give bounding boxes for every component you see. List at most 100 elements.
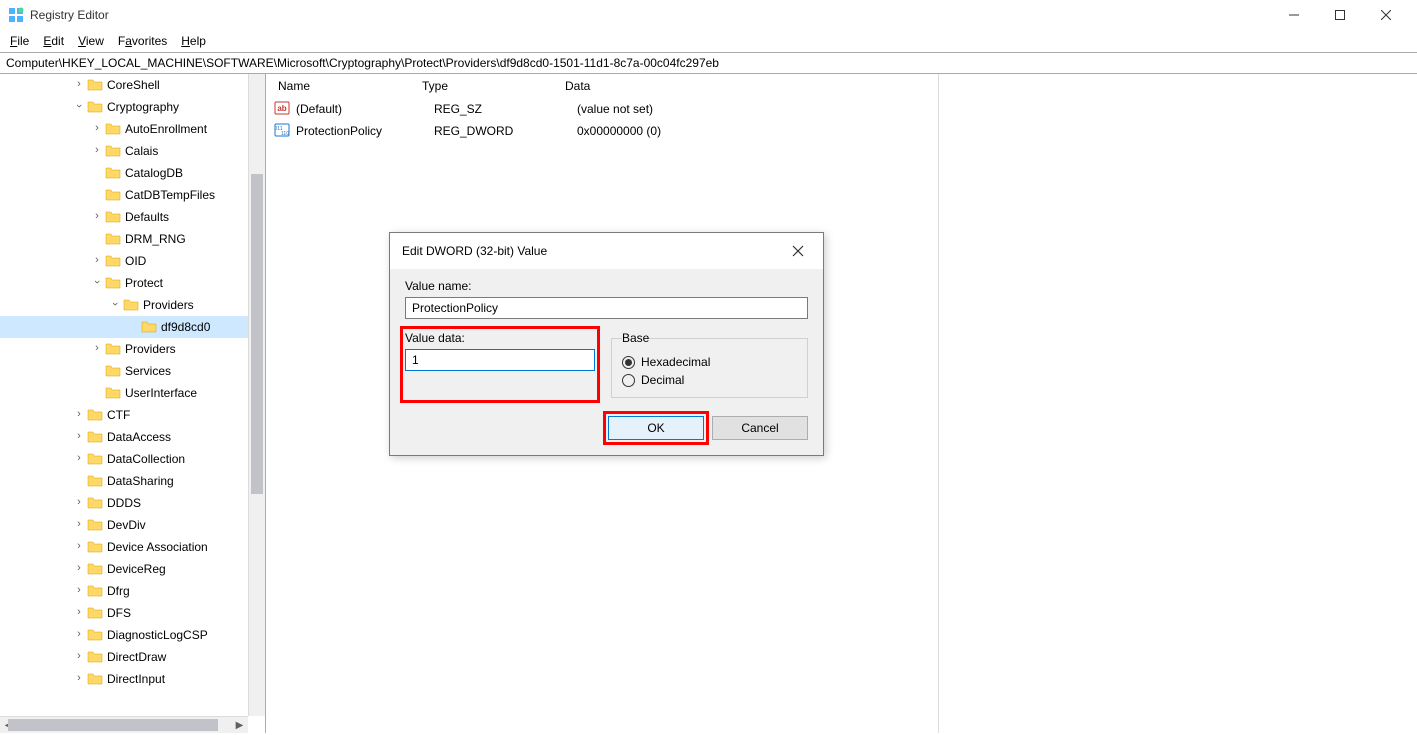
value-icon: 011110 xyxy=(274,122,296,141)
tree-label: CoreShell xyxy=(107,78,160,92)
maximize-button[interactable] xyxy=(1317,0,1363,30)
expander-icon[interactable]: › xyxy=(72,497,86,509)
tree-node-providers[interactable]: ›Providers xyxy=(0,294,256,316)
expander-icon[interactable]: › xyxy=(90,123,104,135)
tree-node-device-association[interactable]: ›Device Association xyxy=(0,536,256,558)
column-name[interactable]: Name xyxy=(274,79,418,93)
dialog-title: Edit DWORD (32-bit) Value xyxy=(402,244,785,258)
tree-vertical-scrollbar[interactable] xyxy=(248,74,265,716)
menu-file[interactable]: File xyxy=(4,32,35,50)
tree-node-dfs[interactable]: › DFS xyxy=(0,602,256,624)
tree-label: CTF xyxy=(107,408,130,422)
tree-label: DFS xyxy=(107,606,131,620)
expander-icon[interactable]: › xyxy=(90,211,104,223)
tree-label: UserInterface xyxy=(125,386,197,400)
cancel-button[interactable]: Cancel xyxy=(712,416,808,440)
tree-node-autoenrollment[interactable]: ›AutoEnrollment xyxy=(0,118,256,140)
tree-node-ctf[interactable]: › CTF xyxy=(0,404,256,426)
tree-horizontal-scrollbar[interactable]: ◀ ▶ xyxy=(0,716,248,733)
tree-label: DDDS xyxy=(107,496,141,510)
expander-icon[interactable]: › xyxy=(72,673,86,685)
tree-label: CatDBTempFiles xyxy=(125,188,215,202)
expander-icon[interactable]: › xyxy=(72,101,86,113)
tree-node-providers[interactable]: › Providers xyxy=(0,338,256,360)
tree-node-devdiv[interactable]: › DevDiv xyxy=(0,514,256,536)
tree-label: DirectInput xyxy=(107,672,165,686)
tree-node-directinput[interactable]: › DirectInput xyxy=(0,668,256,690)
value-data: (value not set) xyxy=(577,102,653,116)
value-icon: ab xyxy=(274,100,296,119)
tree-label: Providers xyxy=(125,342,176,356)
column-data[interactable]: Data xyxy=(561,79,911,93)
expander-icon[interactable]: › xyxy=(90,145,104,157)
tree-node-userinterface[interactable]: UserInterface xyxy=(0,382,256,404)
menu-view[interactable]: View xyxy=(72,32,110,50)
tree-node-datasharing[interactable]: DataSharing xyxy=(0,470,256,492)
expander-icon[interactable]: › xyxy=(72,431,86,443)
expander-icon[interactable]: › xyxy=(108,299,122,311)
tree-node-drm-rng[interactable]: DRM_RNG xyxy=(0,228,256,250)
radio-icon xyxy=(622,374,635,387)
minimize-button[interactable] xyxy=(1271,0,1317,30)
expander-icon[interactable]: › xyxy=(72,541,86,553)
address-bar[interactable]: Computer\HKEY_LOCAL_MACHINE\SOFTWARE\Mic… xyxy=(0,52,1417,74)
menu-help[interactable]: Help xyxy=(175,32,212,50)
expander-icon[interactable]: › xyxy=(90,343,104,355)
tree-node-dfrg[interactable]: ›Dfrg xyxy=(0,580,256,602)
value-name-label: Value name: xyxy=(405,279,808,293)
tree-node-diagnosticlogcsp[interactable]: ›DiagnosticLogCSP xyxy=(0,624,256,646)
tree-label: DRM_RNG xyxy=(125,232,186,246)
expander-icon[interactable]: › xyxy=(72,453,86,465)
tree-node-dataaccess[interactable]: ›DataAccess xyxy=(0,426,256,448)
svg-text:ab: ab xyxy=(277,104,286,113)
value-data: 0x00000000 (0) xyxy=(577,124,661,138)
expander-icon[interactable]: › xyxy=(72,629,86,641)
tree-label: DeviceReg xyxy=(107,562,166,576)
tree-node-catdbtempfiles[interactable]: CatDBTempFiles xyxy=(0,184,256,206)
tree-label: CatalogDB xyxy=(125,166,183,180)
expander-icon[interactable]: › xyxy=(72,519,86,531)
tree-label: DevDiv xyxy=(107,518,146,532)
radio-icon xyxy=(622,356,635,369)
value-data-input[interactable] xyxy=(405,349,595,371)
tree-node-calais[interactable]: ›Calais xyxy=(0,140,256,162)
expander-icon[interactable]: › xyxy=(72,79,86,91)
list-row[interactable]: ab(Default)REG_SZ(value not set) xyxy=(266,98,1417,120)
tree-node-cryptography[interactable]: ›Cryptography xyxy=(0,96,256,118)
radio-decimal[interactable]: Decimal xyxy=(622,373,797,387)
ok-button[interactable]: OK xyxy=(608,416,704,440)
tree-node-directdraw[interactable]: ›DirectDraw xyxy=(0,646,256,668)
tree-node-df9d8cd0[interactable]: df9d8cd0 xyxy=(0,316,256,338)
tree-node-defaults[interactable]: ›Defaults xyxy=(0,206,256,228)
edit-dword-dialog: Edit DWORD (32-bit) Value Value name: Va… xyxy=(389,232,824,456)
tree-node-protect[interactable]: › Protect xyxy=(0,272,256,294)
menubar: File Edit View Favorites Help xyxy=(0,30,1417,52)
list-divider xyxy=(938,74,939,733)
expander-icon[interactable]: › xyxy=(90,277,104,289)
expander-icon[interactable]: › xyxy=(72,409,86,421)
menu-edit[interactable]: Edit xyxy=(37,32,70,50)
tree-node-catalogdb[interactable]: CatalogDB xyxy=(0,162,256,184)
expander-icon[interactable]: › xyxy=(72,585,86,597)
dialog-close-button[interactable] xyxy=(785,238,811,264)
tree-node-services[interactable]: Services xyxy=(0,360,256,382)
radio-hexadecimal[interactable]: Hexadecimal xyxy=(622,355,797,369)
expander-icon[interactable]: › xyxy=(72,563,86,575)
tree-node-oid[interactable]: ›OID xyxy=(0,250,256,272)
tree-node-datacollection[interactable]: ›DataCollection xyxy=(0,448,256,470)
list-row[interactable]: 011110ProtectionPolicyREG_DWORD0x0000000… xyxy=(266,120,1417,142)
titlebar: Registry Editor xyxy=(0,0,1417,30)
expander-icon[interactable]: › xyxy=(72,607,86,619)
tree-node-ddds[interactable]: › DDDS xyxy=(0,492,256,514)
regedit-icon xyxy=(8,7,24,23)
expander-icon[interactable]: › xyxy=(90,255,104,267)
menu-favorites[interactable]: Favorites xyxy=(112,32,173,50)
tree-node-coreshell[interactable]: › CoreShell xyxy=(0,74,256,96)
base-group: Base Hexadecimal Decimal xyxy=(611,331,808,398)
tree-label: Protect xyxy=(125,276,163,290)
value-name-input[interactable] xyxy=(405,297,808,319)
expander-icon[interactable]: › xyxy=(72,651,86,663)
close-button[interactable] xyxy=(1363,0,1409,30)
column-type[interactable]: Type xyxy=(418,79,561,93)
tree-node-devicereg[interactable]: › DeviceReg xyxy=(0,558,256,580)
